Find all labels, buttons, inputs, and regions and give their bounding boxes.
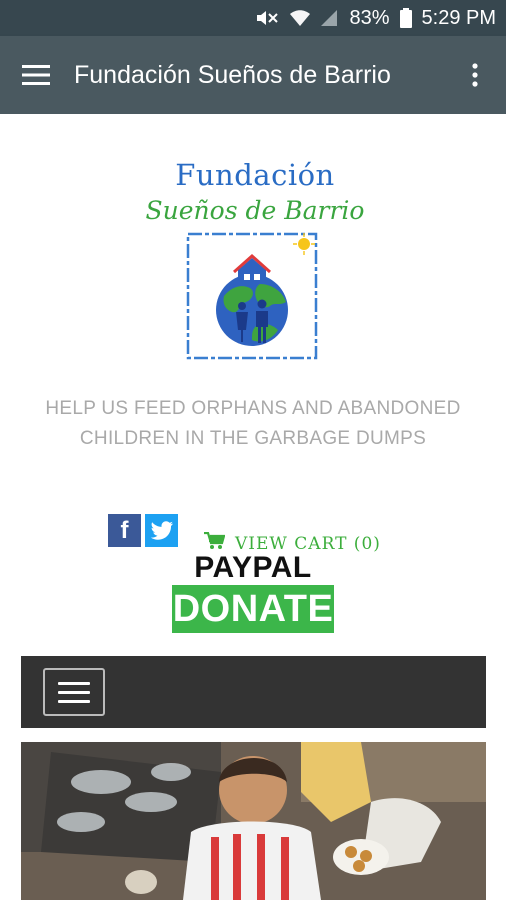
hamburger-menu-icon[interactable] [16, 55, 56, 95]
mission-tagline: HELP US FEED ORPHANS AND ABANDONED CHILD… [45, 398, 461, 449]
battery-icon [399, 8, 412, 28]
twitter-icon[interactable] [145, 514, 178, 547]
globe-family-logo-icon [184, 230, 320, 370]
social-links: f [108, 514, 178, 547]
facebook-glyph: f [120, 516, 129, 544]
toggle-bar [58, 690, 90, 694]
app-bar: Fundación Sueños de Barrio [0, 36, 506, 114]
site-navbar [21, 656, 486, 728]
status-bar: 83% 5:29 PM [0, 0, 506, 36]
mute-icon [255, 8, 281, 28]
toggle-bar [58, 681, 90, 685]
foundation-logo[interactable]: Fundación Sueños de Barrio [140, 158, 370, 368]
logo-text-fundacion: Fundación [175, 158, 335, 192]
facebook-icon[interactable]: f [108, 514, 141, 547]
hamburger-menu-icon[interactable] [43, 668, 105, 716]
paypal-label: PAYPAL [194, 551, 312, 584]
wifi-icon [289, 8, 311, 28]
logo-text-suenos: Sueños de Barrio [145, 196, 365, 225]
toggle-bar [58, 699, 90, 703]
battery-percent: 83% [349, 6, 390, 29]
donate-label: DONATE [172, 585, 334, 633]
more-vert-icon[interactable] [460, 55, 490, 95]
web-content: Fundación Sueños de Barrio HELP US FEED … [0, 114, 506, 900]
clock: 5:29 PM [421, 6, 496, 29]
app-title: Fundación Sueños de Barrio [74, 60, 391, 89]
paypal-donate-button[interactable]: PAYPAL DONATE [172, 551, 334, 633]
hero-photo-child [21, 742, 486, 900]
signal-icon [319, 8, 339, 28]
